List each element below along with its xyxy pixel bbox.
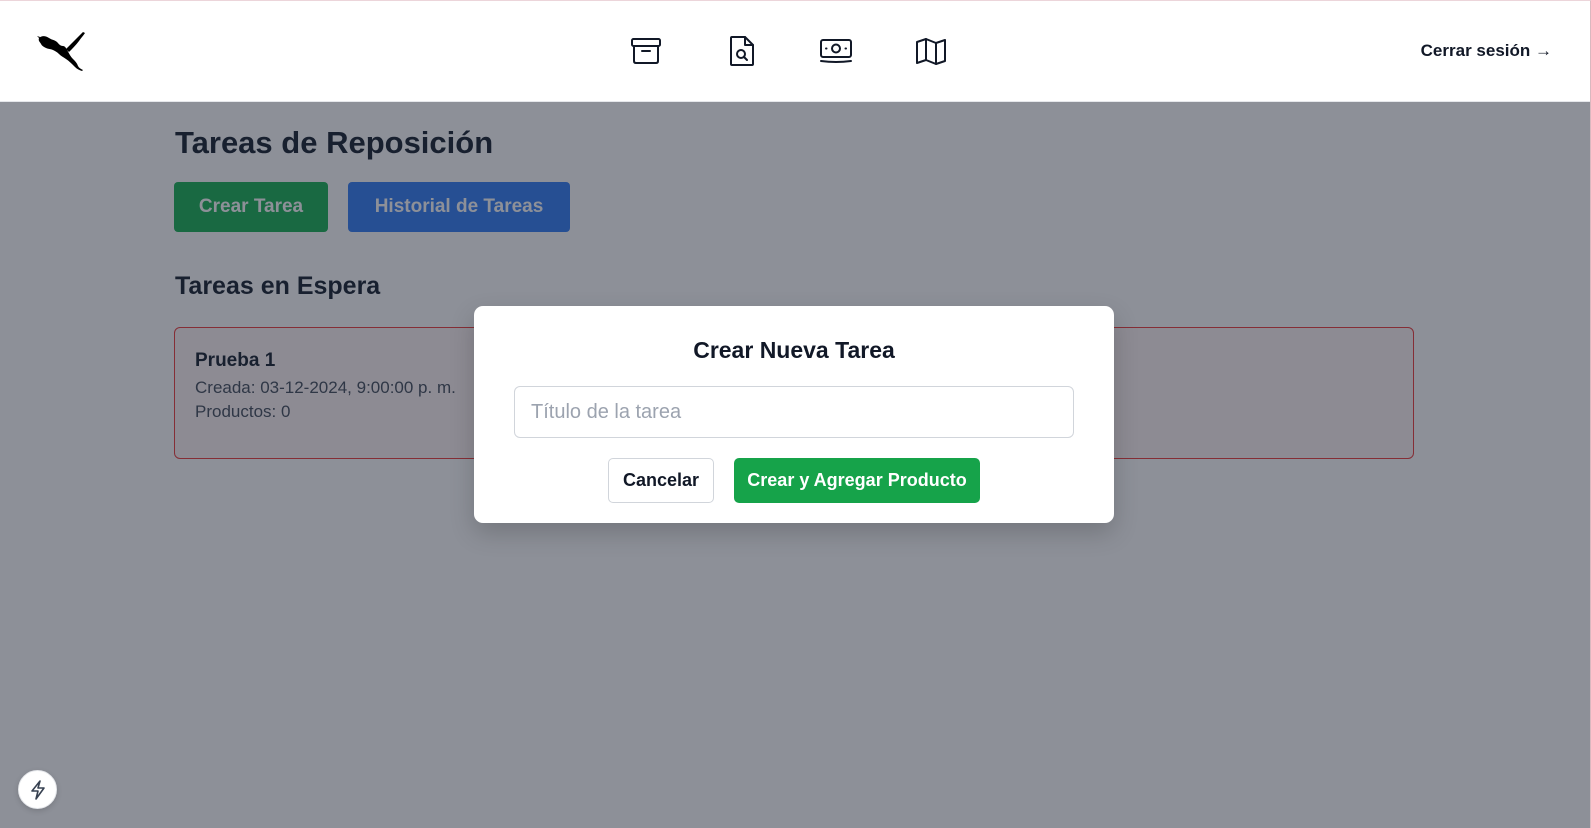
banknotes-icon[interactable]: [818, 33, 854, 69]
modal-title: Crear Nueva Tarea: [693, 337, 895, 363]
top-header: Cerrar sesión →: [0, 1, 1590, 102]
create-task-modal: Crear Nueva Tarea Cancelar Crear y Agreg…: [474, 306, 1114, 523]
puma-logo-icon[interactable]: [36, 29, 88, 73]
create-and-add-product-button[interactable]: Crear y Agregar Producto: [734, 458, 980, 503]
archive-icon[interactable]: [628, 33, 664, 69]
map-icon[interactable]: [913, 33, 949, 69]
logout-link[interactable]: Cerrar sesión →: [1421, 41, 1552, 61]
document-search-icon[interactable]: [724, 33, 760, 69]
lightning-bolt-icon[interactable]: [18, 770, 57, 809]
app-window: Cerrar sesión → Tareas de Reposición Cre…: [0, 0, 1591, 828]
cancel-button[interactable]: Cancelar: [608, 458, 714, 503]
task-title-input[interactable]: [514, 386, 1074, 438]
